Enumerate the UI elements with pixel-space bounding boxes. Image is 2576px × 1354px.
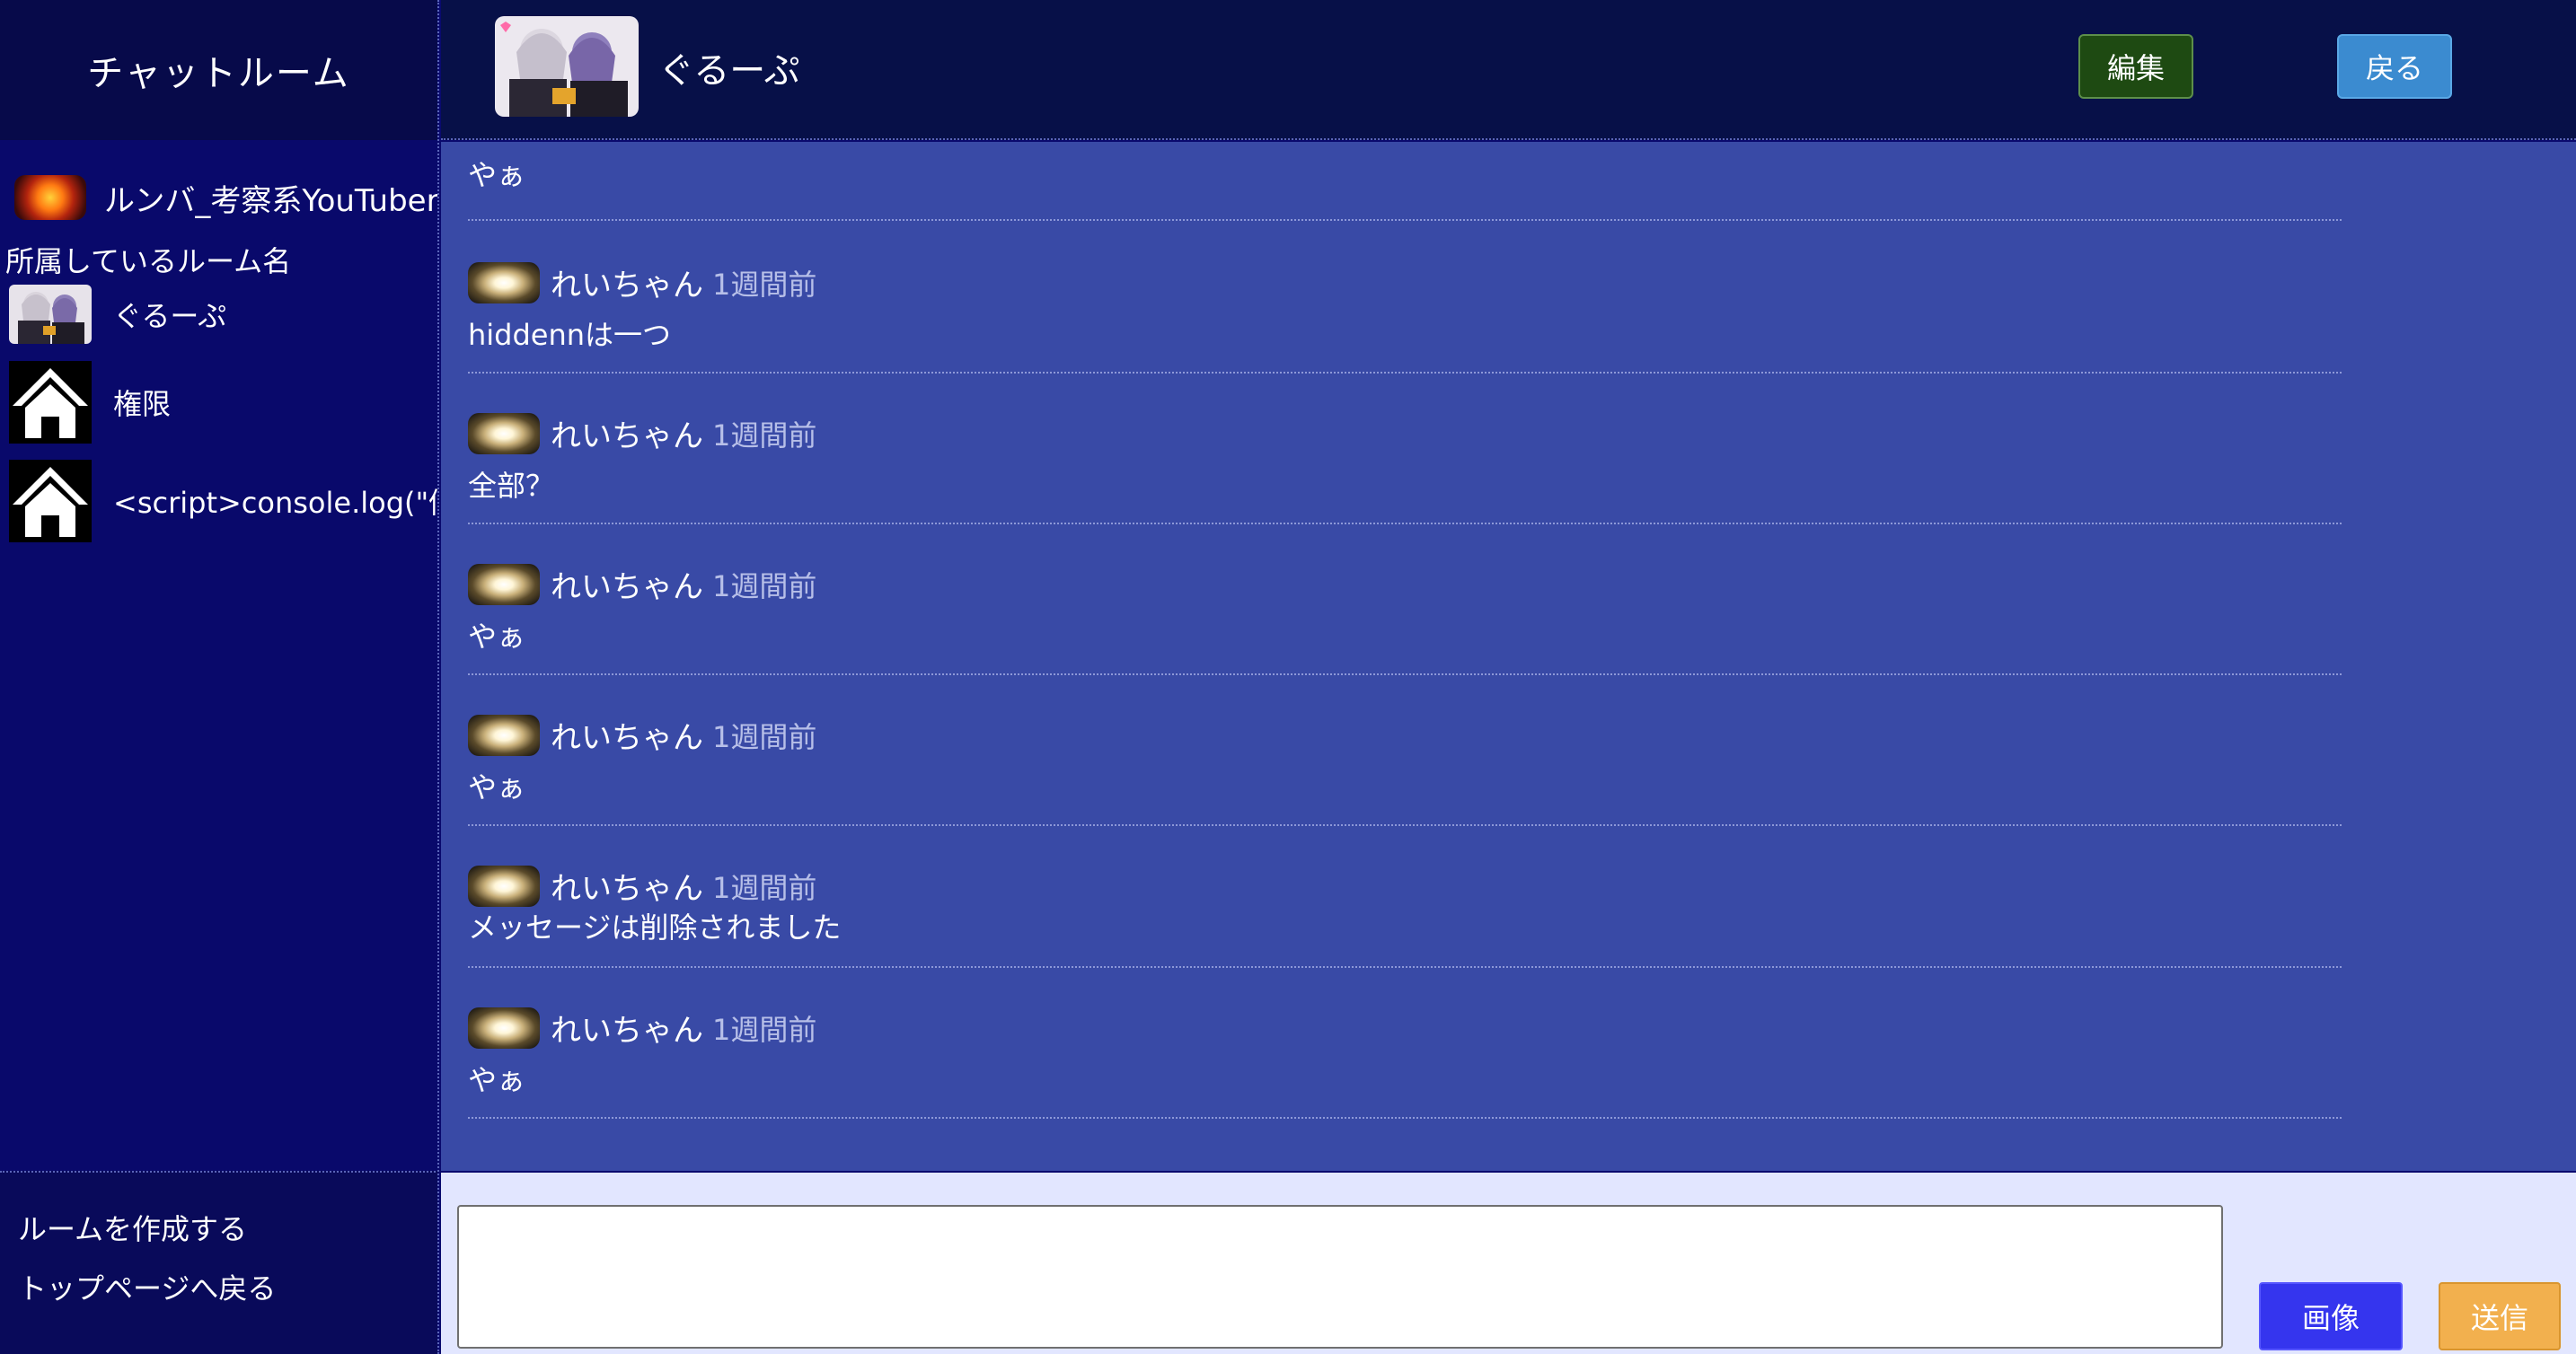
group-avatar-icon xyxy=(9,285,92,344)
user-avatar xyxy=(468,412,540,454)
sidebar: チャットルーム ルンバ_考察系YouTuber 所属しているルーム名 ぐるーぷ xyxy=(0,0,439,1354)
message-header: れいちゃん 1週間前 xyxy=(468,260,816,304)
message-item: れいちゃん 1週間前 やぁ xyxy=(468,675,2342,826)
back-to-top-link[interactable]: トップページへ戻る xyxy=(18,1266,276,1307)
user-avatar xyxy=(468,1007,540,1049)
current-user: ルンバ_考察系YouTuber xyxy=(14,171,439,224)
sidebar-title: チャットルーム xyxy=(0,0,437,140)
house-icon xyxy=(9,361,92,444)
message-text: メッセージは削除されました xyxy=(468,910,842,945)
room-avatar xyxy=(495,16,639,117)
message-header: れいちゃん 1週間前 xyxy=(468,864,816,908)
fire-avatar-icon xyxy=(14,175,86,220)
message-text: やぁ xyxy=(468,158,526,192)
message-timestamp: 1週間前 xyxy=(712,418,817,453)
sidebar-room-label: 権限 xyxy=(113,387,172,421)
message-username: れいちゃん xyxy=(551,871,703,907)
message-item: れいちゃん 1週間前 全部？ xyxy=(468,374,2342,524)
user-avatar xyxy=(468,261,540,303)
sidebar-room-group[interactable]: ぐるーぷ xyxy=(9,273,437,356)
message-username: れいちゃん xyxy=(551,268,703,303)
create-room-link[interactable]: ルームを作成する xyxy=(18,1207,247,1248)
room-header: ぐるーぷ 編集 戻る xyxy=(441,0,2576,140)
message-list[interactable]: やぁ れいちゃん 1週間前 hiddennは一つ れいちゃん 1週間前 全部？ … xyxy=(441,142,2576,1171)
message-timestamp: 1週間前 xyxy=(712,1012,817,1047)
user-avatar xyxy=(468,563,540,605)
edit-button[interactable]: 編集 xyxy=(2078,34,2193,99)
message-item: れいちゃん 1週間前 メッセージは削除されました xyxy=(468,826,2342,968)
message-header: れいちゃん 1週間前 xyxy=(468,713,816,757)
sidebar-room-script[interactable]: <script>console.log("修正 xyxy=(9,460,437,542)
message-text: やぁ xyxy=(468,620,526,654)
sidebar-footer: ルームを作成する トップページへ戻る xyxy=(0,1171,437,1354)
house-icon xyxy=(9,460,92,542)
current-user-name: ルンバ_考察系YouTuber xyxy=(104,182,439,219)
send-button[interactable]: 送信 xyxy=(2439,1282,2561,1350)
message-text: hiddennは一つ xyxy=(468,318,672,352)
message-timestamp: 1週間前 xyxy=(712,267,817,302)
message-text: 全部？ xyxy=(468,469,555,503)
message-text: やぁ xyxy=(468,770,526,804)
message-item: れいちゃん 1週間前 やぁ xyxy=(468,524,2342,675)
message-item: やぁ xyxy=(468,142,2342,221)
user-avatar xyxy=(468,865,540,907)
message-username: れいちゃん xyxy=(551,569,703,605)
back-button[interactable]: 戻る xyxy=(2337,34,2452,99)
sidebar-room-label: <script>console.log("修正 xyxy=(113,486,437,520)
message-timestamp: 1週間前 xyxy=(712,568,817,603)
sidebar-room-label: ぐるーぷ xyxy=(113,299,227,333)
message-timestamp: 1週間前 xyxy=(712,870,817,905)
message-composer: 画像 送信 xyxy=(441,1173,2576,1354)
message-text: やぁ xyxy=(468,1063,526,1097)
user-avatar xyxy=(468,714,540,756)
message-input[interactable] xyxy=(457,1205,2223,1349)
message-header: れいちゃん 1週間前 xyxy=(468,411,816,455)
message-username: れいちゃん xyxy=(551,1013,703,1049)
message-username: れいちゃん xyxy=(551,720,703,756)
message-item: れいちゃん 1週間前 hiddennは一つ xyxy=(468,223,2342,374)
image-upload-button[interactable]: 画像 xyxy=(2259,1282,2403,1350)
message-header: れいちゃん 1週間前 xyxy=(468,1006,816,1050)
message-timestamp: 1週間前 xyxy=(712,719,817,754)
room-title: ぐるーぷ xyxy=(658,50,800,92)
message-item: れいちゃん 1週間前 やぁ xyxy=(468,968,2342,1119)
sidebar-room-permission[interactable]: 権限 xyxy=(9,361,437,444)
message-header: れいちゃん 1週間前 xyxy=(468,562,816,606)
message-username: れいちゃん xyxy=(551,418,703,454)
